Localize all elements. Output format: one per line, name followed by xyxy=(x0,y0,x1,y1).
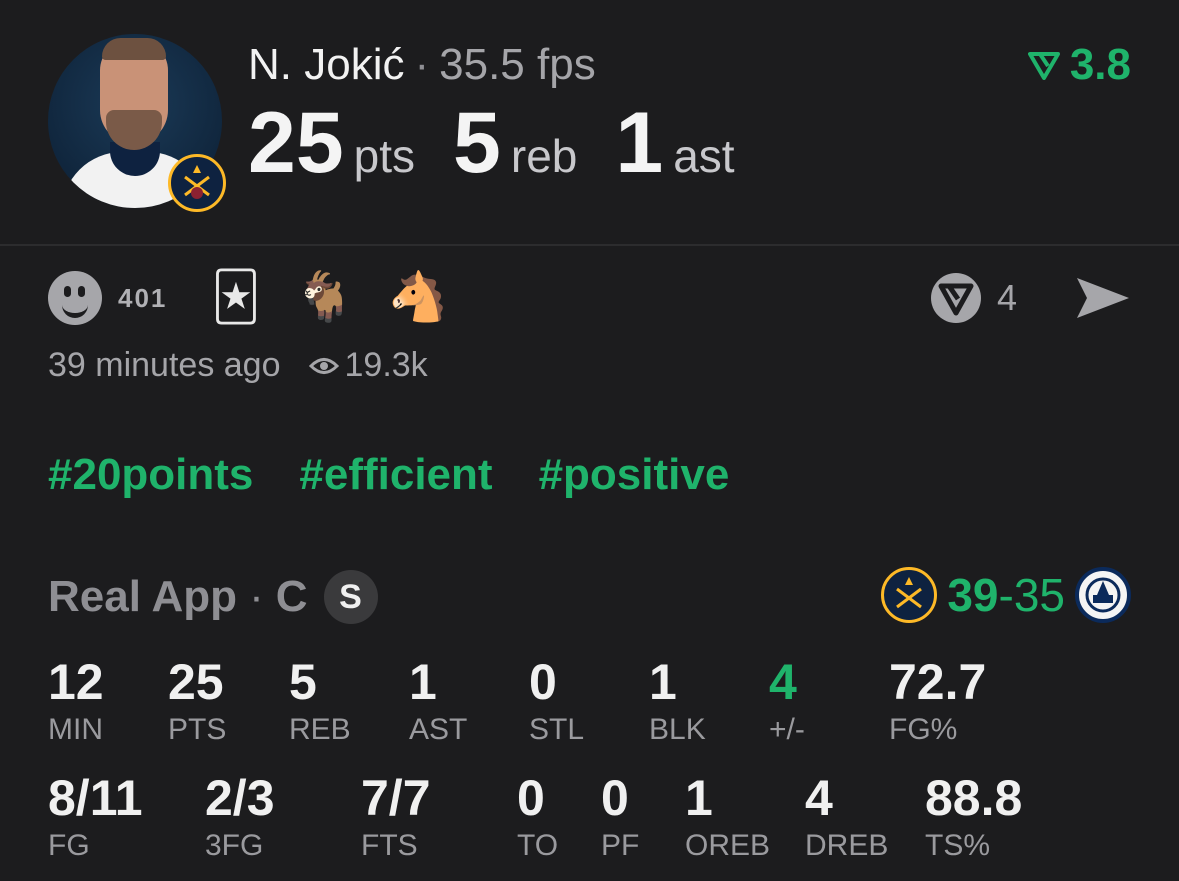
separator-dot: · xyxy=(414,40,430,89)
assists-unit: ast xyxy=(673,130,735,182)
points-value: 25 xyxy=(248,95,344,191)
assists-value: 1 xyxy=(615,95,664,191)
stat-label: MIN xyxy=(48,713,103,746)
reactions-bar: 401 🃏 🐐 🐴 xyxy=(48,268,482,328)
home-score: 39 xyxy=(947,569,999,621)
stat-label: PF xyxy=(601,829,640,862)
score-text: 39-35 xyxy=(947,568,1065,622)
divider xyxy=(0,244,1179,246)
stat-label: +/- xyxy=(769,713,805,746)
stat-value: 4 xyxy=(805,770,833,826)
score-dash: - xyxy=(998,569,1014,621)
stat-value: 2/3 xyxy=(205,770,275,826)
nuggets-logo-icon xyxy=(168,154,226,212)
stat-value: 4 xyxy=(769,654,797,710)
rating-value: 3.8 xyxy=(1069,40,1131,89)
joker-emoji-icon[interactable]: 🃏 xyxy=(211,270,260,326)
stat-label: FG% xyxy=(889,713,958,746)
nuggets-logo-icon xyxy=(881,567,938,623)
stat-pf: 0 PF xyxy=(601,770,639,864)
stat-value: 7/7 xyxy=(361,770,431,826)
stat-value: 72.7 xyxy=(889,654,987,710)
starter-badge: S xyxy=(323,570,378,624)
smile-reaction-icon[interactable] xyxy=(48,271,102,325)
rebounds-unit: reb xyxy=(510,130,578,182)
points-unit: pts xyxy=(353,130,416,182)
send-icon[interactable] xyxy=(1075,274,1131,322)
game-score[interactable]: 39-35 xyxy=(881,566,1131,624)
stat-blk: 1 BLK xyxy=(649,654,706,748)
stat-plus-minus: 4 +/- xyxy=(769,654,805,748)
stat-value: 1 xyxy=(409,654,437,710)
stat-ts-pct: 88.8 TS% xyxy=(925,770,1022,864)
stat-value: 12 xyxy=(48,654,104,710)
stat-fg: 8/11 FG xyxy=(48,770,143,864)
stat-fts: 7/7 FTS xyxy=(361,770,431,864)
stat-fg-pct: 72.7 FG% xyxy=(889,654,986,748)
away-score: 35 xyxy=(1013,569,1065,621)
stat-label: BLK xyxy=(649,713,706,746)
stat-pts: 25 PTS xyxy=(168,654,226,748)
horse-emoji-icon[interactable]: 🐴 xyxy=(388,270,448,326)
stat-label: DREB xyxy=(805,829,889,862)
views: 19.3k xyxy=(308,346,428,385)
stat-value: 25 xyxy=(168,654,224,710)
stat-ast: 1 AST xyxy=(409,654,467,748)
headline-statline: 25 pts 5 reb 1 ast xyxy=(248,98,773,188)
stat-dreb: 4 DREB xyxy=(805,770,888,864)
reaction-count: 401 xyxy=(118,282,168,313)
post-actions: 4 xyxy=(929,268,1131,328)
view-count: 19.3k xyxy=(344,346,428,384)
stat-value: 0 xyxy=(529,654,557,710)
stat-value: 88.8 xyxy=(925,770,1023,826)
stat-label: REB xyxy=(289,713,351,746)
stat-value: 0 xyxy=(601,770,629,826)
vote-count: 4 xyxy=(996,277,1017,318)
stat-value: 0 xyxy=(517,770,545,826)
rebounds-value: 5 xyxy=(453,95,501,191)
timestamp: 39 minutes ago xyxy=(48,346,281,384)
stat-value: 1 xyxy=(685,770,713,826)
rating-badge[interactable]: 3.8 xyxy=(1027,40,1131,90)
opponent-logo-icon xyxy=(1075,567,1131,623)
stat-label: TO xyxy=(517,829,559,862)
stat-value: 5 xyxy=(289,654,317,710)
goat-emoji-icon[interactable]: 🐐 xyxy=(295,270,355,326)
stat-label: AST xyxy=(409,713,468,746)
stat-label: FG xyxy=(48,829,90,862)
stat-stl: 0 STL xyxy=(529,654,584,748)
stat-min: 12 MIN xyxy=(48,654,104,748)
tag-positive[interactable]: #positive xyxy=(539,450,730,499)
eye-icon xyxy=(308,357,339,374)
stat-oreb: 1 OREB xyxy=(685,770,770,864)
rating-icon xyxy=(1027,52,1060,80)
stat-label: TS% xyxy=(925,829,991,862)
position-label: C xyxy=(275,572,308,621)
source-label: Real App xyxy=(48,572,238,621)
post-meta: 39 minutes ago 19.3k xyxy=(48,346,428,385)
stat-label: STL xyxy=(529,713,585,746)
tag-20points[interactable]: #20points xyxy=(48,450,253,499)
stat-3fg: 2/3 3FG xyxy=(205,770,275,864)
stat-reb: 5 REB xyxy=(289,654,351,748)
player-title[interactable]: N. Jokić · 35.5 fps xyxy=(248,40,596,90)
vote-icon[interactable] xyxy=(929,271,983,325)
tag-efficient[interactable]: #efficient xyxy=(299,450,492,499)
stat-value: 1 xyxy=(649,654,677,710)
stat-label: PTS xyxy=(168,713,227,746)
hashtags: #20points #efficient #positive xyxy=(48,450,775,500)
fantasy-points: 35.5 fps xyxy=(439,40,596,89)
separator-dot: · xyxy=(249,572,264,621)
stat-to: 0 TO xyxy=(517,770,558,864)
player-name[interactable]: N. Jokić xyxy=(248,40,404,89)
stat-label: FTS xyxy=(361,829,418,862)
game-info: Real App · C S xyxy=(48,570,378,624)
stat-label: 3FG xyxy=(205,829,264,862)
stat-value: 8/11 xyxy=(48,770,143,826)
stat-label: OREB xyxy=(685,829,771,862)
